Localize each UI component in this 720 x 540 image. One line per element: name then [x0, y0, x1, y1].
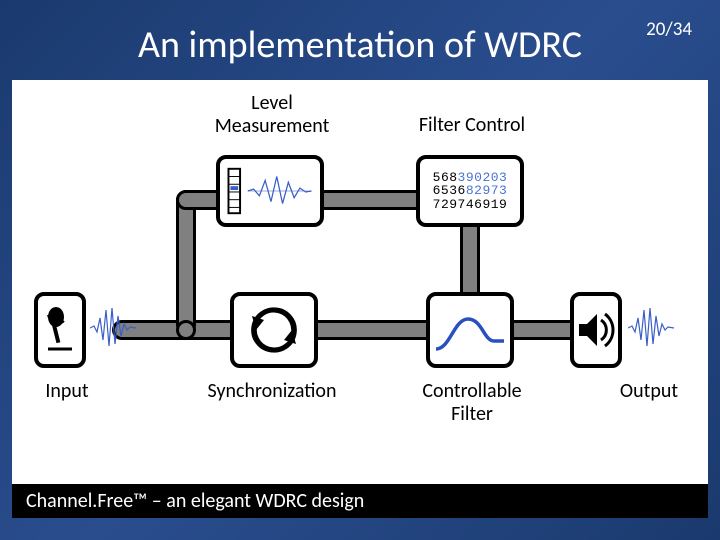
- label-synchronization: Synchronization: [192, 380, 352, 403]
- level-meter-icon: [223, 163, 317, 219]
- junction-dot-left: [176, 320, 196, 340]
- filter-curve-icon: [434, 301, 506, 359]
- label-input: Input: [12, 380, 122, 403]
- sync-arrows-icon: [246, 302, 302, 358]
- footer-caption: Channel.Free™ – an elegant WDRC design: [12, 484, 708, 518]
- filter-digits-row3: 729746919: [433, 198, 508, 212]
- filter-control-node: 568390203 653682973 729746919: [416, 155, 524, 227]
- synchronization-node: [230, 292, 318, 368]
- pipe-left-up: [176, 190, 196, 335]
- page-number: 20/34: [646, 18, 692, 41]
- input-wave-icon: [90, 298, 136, 358]
- filter-digits-row2: 653682973: [433, 184, 508, 198]
- filter-digits-row1: 568390203: [433, 171, 508, 185]
- speaker-icon: [577, 306, 615, 354]
- label-filter-control: Filter Control: [392, 114, 552, 137]
- microphone-icon: [45, 305, 75, 355]
- label-controllable-filter: Controllable Filter: [392, 380, 552, 426]
- output-wave-icon: [628, 298, 674, 358]
- slide-title: An implementation of WDRC: [0, 0, 720, 80]
- level-measurement-node: [216, 155, 324, 227]
- label-output: Output: [594, 380, 704, 403]
- output-node: [570, 292, 622, 368]
- input-node: [34, 292, 86, 368]
- controllable-filter-node: [426, 292, 514, 368]
- label-level-measurement: Level Measurement: [192, 92, 352, 138]
- diagram-area: 568390203 653682973 729746919 Level Meas…: [12, 80, 708, 484]
